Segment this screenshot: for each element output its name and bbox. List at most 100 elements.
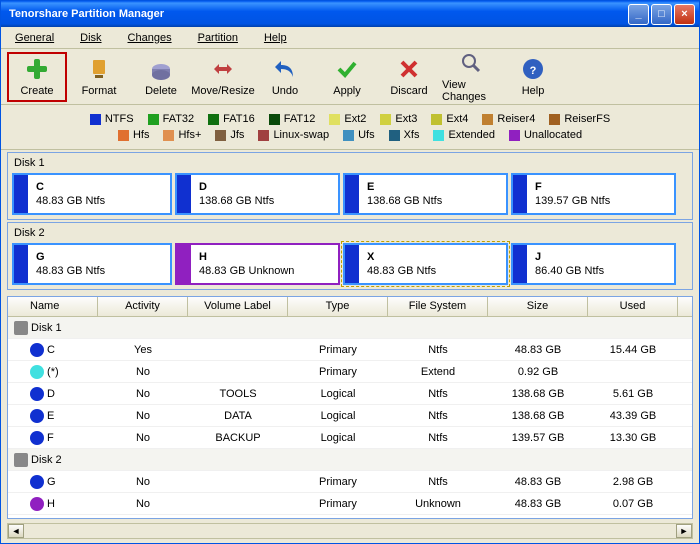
partition-color-icon	[513, 175, 527, 213]
cell-size: 0.92 GB	[488, 364, 588, 380]
swatch-icon	[208, 114, 219, 125]
cell-used	[588, 370, 678, 374]
column-header-activity[interactable]: Activity	[98, 297, 188, 316]
swatch-icon	[482, 114, 493, 125]
create-button[interactable]: Create	[7, 52, 67, 102]
view-changes-button[interactable]: View Changes	[441, 52, 501, 102]
plus-icon	[25, 57, 49, 81]
table-row[interactable]: HNoPrimaryUnknown48.83 GB0.07 GB	[8, 493, 692, 515]
column-header-volume-label[interactable]: Volume Label	[188, 297, 288, 316]
menu-help[interactable]: Help	[256, 29, 305, 47]
main-window: Tenorshare Partition Manager _ □ × Gener…	[0, 0, 700, 544]
swatch-icon	[389, 130, 400, 141]
disk-label: Disk 2	[10, 225, 690, 241]
legend-unallocated: Unallocated	[509, 129, 582, 141]
apply-icon	[335, 57, 359, 81]
table-row[interactable]: FNoBACKUPLogicalNtfs139.57 GB13.30 GB	[8, 427, 692, 449]
partition-name: H	[199, 250, 294, 264]
cell-volume: TOOLS	[188, 386, 288, 402]
partition-c[interactable]: C48.83 GB Ntfs	[12, 173, 172, 215]
delete-icon	[149, 57, 173, 81]
legend: NTFSFAT32FAT16FAT12Ext2Ext3Ext4Reiser4Re…	[1, 105, 699, 150]
partition-name: C	[36, 180, 105, 194]
legend-fat32: FAT32	[148, 113, 195, 125]
cell-name: E	[8, 407, 98, 425]
scroll-right-button[interactable]: ►	[676, 524, 692, 538]
legend-hfs: Hfs	[118, 129, 150, 141]
partition-color-icon	[14, 245, 28, 283]
legend-extended: Extended	[433, 129, 494, 141]
partition-name: X	[367, 250, 436, 264]
cell-volume	[188, 348, 288, 352]
window-title: Tenorshare Partition Manager	[5, 8, 628, 20]
column-header-used[interactable]: Used	[588, 297, 678, 316]
table-row[interactable]: (*)NoPrimaryExtend0.92 GB	[8, 361, 692, 383]
column-header-name[interactable]: Name	[8, 297, 98, 316]
disk-block: Disk 2G48.83 GB NtfsH48.83 GB UnknownX48…	[7, 222, 693, 290]
partition-size: 48.83 GB Unknown	[199, 264, 294, 278]
partition-e[interactable]: E138.68 GB Ntfs	[343, 173, 508, 215]
disk-label: Disk 1	[10, 155, 690, 171]
table-disk-row[interactable]: Disk 1	[8, 317, 692, 339]
menubar: GeneralDiskChangesPartitionHelp	[1, 27, 699, 49]
table-row[interactable]: DNoTOOLSLogicalNtfs138.68 GB5.61 GB	[8, 383, 692, 405]
legend-ext2: Ext2	[329, 113, 366, 125]
undo-button[interactable]: Undo	[255, 52, 315, 102]
partition-f[interactable]: F139.57 GB Ntfs	[511, 173, 676, 215]
partition-h[interactable]: H48.83 GB Unknown	[175, 243, 340, 285]
partition-name: D	[199, 180, 274, 194]
swatch-icon	[509, 130, 520, 141]
scroll-left-button[interactable]: ◄	[8, 524, 24, 538]
swatch-icon	[163, 130, 174, 141]
partition-j[interactable]: J86.40 GB Ntfs	[511, 243, 676, 285]
table-row[interactable]: ENoDATALogicalNtfs138.68 GB43.39 GB	[8, 405, 692, 427]
maximize-button[interactable]: □	[651, 4, 672, 25]
partition-g[interactable]: G48.83 GB Ntfs	[12, 243, 172, 285]
discard-button[interactable]: Discard	[379, 52, 439, 102]
svg-text:?: ?	[530, 65, 537, 77]
apply-button[interactable]: Apply	[317, 52, 377, 102]
partition-color-icon	[513, 245, 527, 283]
partition-d[interactable]: D138.68 GB Ntfs	[175, 173, 340, 215]
cell-size: 138.68 GB	[488, 386, 588, 402]
horizontal-scrollbar[interactable]: ◄ ►	[7, 523, 693, 539]
cell-used: 43.39 GB	[588, 408, 678, 424]
table-row[interactable]: CYesPrimaryNtfs48.83 GB15.44 GB	[8, 339, 692, 361]
partition-icon	[30, 387, 44, 401]
delete-button[interactable]: Delete	[131, 52, 191, 102]
format-button[interactable]: Format	[69, 52, 129, 102]
move-resize-button[interactable]: Move/Resize	[193, 52, 253, 102]
column-header-size[interactable]: Size	[488, 297, 588, 316]
help-button[interactable]: ?Help	[503, 52, 563, 102]
cell-volume	[188, 480, 288, 484]
close-button[interactable]: ×	[674, 4, 695, 25]
menu-changes[interactable]: Changes	[120, 29, 190, 47]
table-row[interactable]: GNoPrimaryNtfs48.83 GB2.98 GB	[8, 471, 692, 493]
scroll-track[interactable]	[24, 524, 676, 538]
swatch-icon	[380, 114, 391, 125]
cell-fs: Ntfs	[388, 342, 488, 358]
disk-area: Disk 1C48.83 GB NtfsD138.68 GB NtfsE138.…	[1, 150, 699, 292]
partition-icon	[30, 475, 44, 489]
swatch-icon	[431, 114, 442, 125]
help-icon: ?	[521, 57, 545, 81]
swatch-icon	[215, 130, 226, 141]
table-disk-row[interactable]: Disk 2	[8, 449, 692, 471]
partition-color-icon	[345, 175, 359, 213]
menu-general[interactable]: General	[7, 29, 72, 47]
menu-disk[interactable]: Disk	[72, 29, 119, 47]
format-icon	[87, 57, 111, 81]
partition-size: 138.68 GB Ntfs	[199, 194, 274, 208]
column-header-type[interactable]: Type	[288, 297, 388, 316]
menu-partition[interactable]: Partition	[190, 29, 256, 47]
swatch-icon	[343, 130, 354, 141]
minimize-button[interactable]: _	[628, 4, 649, 25]
partition-x[interactable]: X48.83 GB Ntfs	[343, 243, 508, 285]
column-header-file-system[interactable]: File System	[388, 297, 488, 316]
legend-ufs: Ufs	[343, 129, 375, 141]
cell-fs: Ntfs	[388, 386, 488, 402]
cell-type: Logical	[288, 386, 388, 402]
cell-size: 138.68 GB	[488, 408, 588, 424]
legend-reiserfs: ReiserFS	[549, 113, 610, 125]
swatch-icon	[433, 130, 444, 141]
